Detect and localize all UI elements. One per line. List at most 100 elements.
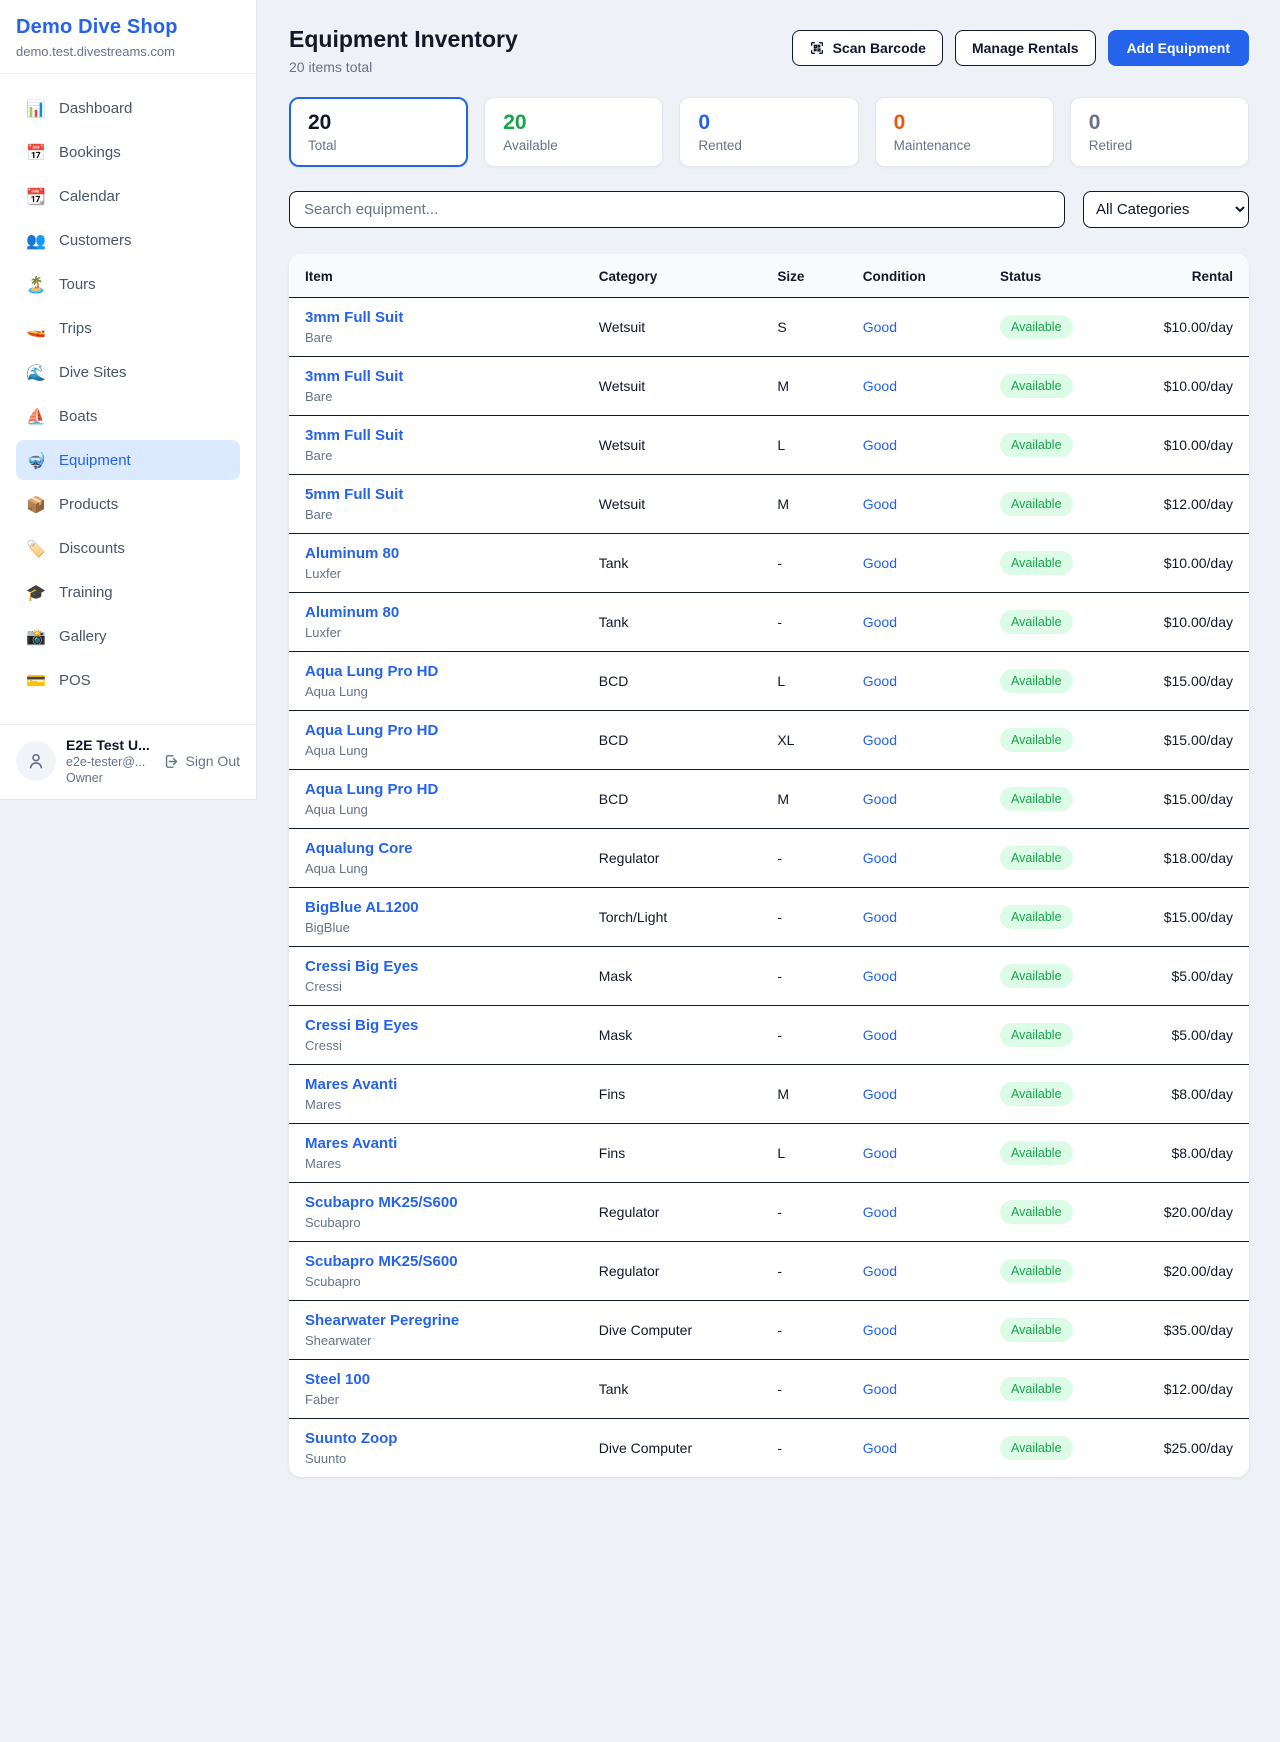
item-category: Wetsuit: [583, 416, 762, 475]
condition-link[interactable]: Good: [863, 496, 897, 512]
status-badge: Available: [1000, 1377, 1073, 1401]
condition-link[interactable]: Good: [863, 850, 897, 866]
item-name-link[interactable]: Scubapro MK25/S600: [305, 1194, 458, 1211]
item-name-link[interactable]: 3mm Full Suit: [305, 309, 403, 326]
item-brand: Aqua Lung: [305, 743, 567, 758]
table-row: Aqua Lung Pro HDAqua LungBCDLGoodAvailab…: [289, 652, 1249, 711]
item-size: -: [761, 1301, 846, 1360]
brand: Demo Dive Shop demo.test.divestreams.com: [0, 0, 256, 74]
condition-link[interactable]: Good: [863, 319, 897, 335]
add-equipment-label: Add Equipment: [1127, 40, 1230, 56]
condition-link[interactable]: Good: [863, 1204, 897, 1220]
table-row: Aqua Lung Pro HDAqua LungBCDMGoodAvailab…: [289, 770, 1249, 829]
column-header-status: Status: [984, 254, 1144, 298]
sidebar-item-pos[interactable]: 💳POS: [16, 660, 240, 700]
category-select[interactable]: All Categories: [1083, 191, 1249, 228]
user-email: e2e-tester@...: [66, 755, 153, 769]
condition-link[interactable]: Good: [863, 378, 897, 394]
stat-card-available[interactable]: 20Available: [484, 97, 663, 167]
condition-link[interactable]: Good: [863, 614, 897, 630]
status-badge: Available: [1000, 787, 1073, 811]
item-category: Mask: [583, 947, 762, 1006]
item-name-link[interactable]: Aqualung Core: [305, 840, 413, 857]
item-name-link[interactable]: Steel 100: [305, 1371, 370, 1388]
sidebar-item-boats[interactable]: ⛵Boats: [16, 396, 240, 436]
sidebar-item-label: Trips: [59, 320, 92, 337]
manage-rentals-button[interactable]: Manage Rentals: [955, 30, 1096, 66]
condition-link[interactable]: Good: [863, 968, 897, 984]
calendar-icon: 📆: [26, 187, 46, 206]
item-name-link[interactable]: Cressi Big Eyes: [305, 1017, 418, 1034]
rental-price: $10.00/day: [1144, 357, 1249, 416]
condition-link[interactable]: Good: [863, 1440, 897, 1456]
stat-card-maintenance[interactable]: 0Maintenance: [875, 97, 1054, 167]
sidebar-item-dashboard[interactable]: 📊Dashboard: [16, 88, 240, 128]
sidebar-item-tours[interactable]: 🏝️Tours: [16, 264, 240, 304]
sidebar-item-label: Dashboard: [59, 100, 132, 117]
sidebar-item-trips[interactable]: 🚤Trips: [16, 308, 240, 348]
sidebar-item-discounts[interactable]: 🏷️Discounts: [16, 528, 240, 568]
sidebar-item-calendar[interactable]: 📆Calendar: [16, 176, 240, 216]
item-category: Torch/Light: [583, 888, 762, 947]
sidebar-item-training[interactable]: 🎓Training: [16, 572, 240, 612]
rental-price: $15.00/day: [1144, 711, 1249, 770]
item-size: -: [761, 1360, 846, 1419]
item-brand: Mares: [305, 1156, 567, 1171]
stat-card-retired[interactable]: 0Retired: [1070, 97, 1249, 167]
item-name-link[interactable]: Aqua Lung Pro HD: [305, 722, 438, 739]
sidebar-item-equipment[interactable]: 🤿Equipment: [16, 440, 240, 480]
item-name-link[interactable]: BigBlue AL1200: [305, 899, 419, 916]
item-size: L: [761, 416, 846, 475]
condition-link[interactable]: Good: [863, 1145, 897, 1161]
item-name-link[interactable]: Aqua Lung Pro HD: [305, 781, 438, 798]
item-name-link[interactable]: Mares Avanti: [305, 1135, 397, 1152]
item-name-link[interactable]: 3mm Full Suit: [305, 427, 403, 444]
item-category: Fins: [583, 1065, 762, 1124]
item-name-link[interactable]: Cressi Big Eyes: [305, 958, 418, 975]
item-name-link[interactable]: Aluminum 80: [305, 604, 399, 621]
item-name-link[interactable]: 3mm Full Suit: [305, 368, 403, 385]
table-row: Scubapro MK25/S600ScubaproRegulator-Good…: [289, 1242, 1249, 1301]
table-header: ItemCategorySizeConditionStatusRental: [289, 254, 1249, 298]
page-title: Equipment Inventory: [289, 26, 518, 53]
person-icon: [26, 751, 46, 771]
item-size: M: [761, 1065, 846, 1124]
stat-card-rented[interactable]: 0Rented: [679, 97, 858, 167]
condition-link[interactable]: Good: [863, 791, 897, 807]
training-icon: 🎓: [26, 583, 46, 602]
item-name-link[interactable]: 5mm Full Suit: [305, 486, 403, 503]
item-category: Wetsuit: [583, 475, 762, 534]
item-name-link[interactable]: Shearwater Peregrine: [305, 1312, 459, 1329]
condition-link[interactable]: Good: [863, 732, 897, 748]
condition-link[interactable]: Good: [863, 555, 897, 571]
sign-out-button[interactable]: Sign Out: [163, 753, 240, 770]
item-brand: Luxfer: [305, 625, 567, 640]
condition-link[interactable]: Good: [863, 673, 897, 689]
item-name-link[interactable]: Scubapro MK25/S600: [305, 1253, 458, 1270]
item-name-link[interactable]: Aqua Lung Pro HD: [305, 663, 438, 680]
add-equipment-button[interactable]: Add Equipment: [1108, 30, 1249, 66]
search-input[interactable]: [289, 191, 1065, 228]
sidebar-item-dive-sites[interactable]: 🌊Dive Sites: [16, 352, 240, 392]
condition-link[interactable]: Good: [863, 909, 897, 925]
table-row: Cressi Big EyesCressiMask-GoodAvailable$…: [289, 1006, 1249, 1065]
condition-link[interactable]: Good: [863, 1263, 897, 1279]
sidebar-item-gallery[interactable]: 📸Gallery: [16, 616, 240, 656]
sidebar-item-label: Products: [59, 496, 118, 513]
condition-link[interactable]: Good: [863, 1027, 897, 1043]
table-row: Aluminum 80LuxferTank-GoodAvailable$10.0…: [289, 534, 1249, 593]
sidebar-item-bookings[interactable]: 📅Bookings: [16, 132, 240, 172]
condition-link[interactable]: Good: [863, 1086, 897, 1102]
page-title-block: Equipment Inventory 20 items total: [289, 26, 518, 75]
sidebar-item-products[interactable]: 📦Products: [16, 484, 240, 524]
condition-link[interactable]: Good: [863, 1381, 897, 1397]
item-name-link[interactable]: Suunto Zoop: [305, 1430, 397, 1447]
condition-link[interactable]: Good: [863, 1322, 897, 1338]
sidebar-item-label: Gallery: [59, 628, 107, 645]
item-name-link[interactable]: Aluminum 80: [305, 545, 399, 562]
stat-card-total[interactable]: 20Total: [289, 97, 468, 167]
scan-barcode-button[interactable]: Scan Barcode: [792, 30, 943, 66]
item-name-link[interactable]: Mares Avanti: [305, 1076, 397, 1093]
sidebar-item-customers[interactable]: 👥Customers: [16, 220, 240, 260]
condition-link[interactable]: Good: [863, 437, 897, 453]
